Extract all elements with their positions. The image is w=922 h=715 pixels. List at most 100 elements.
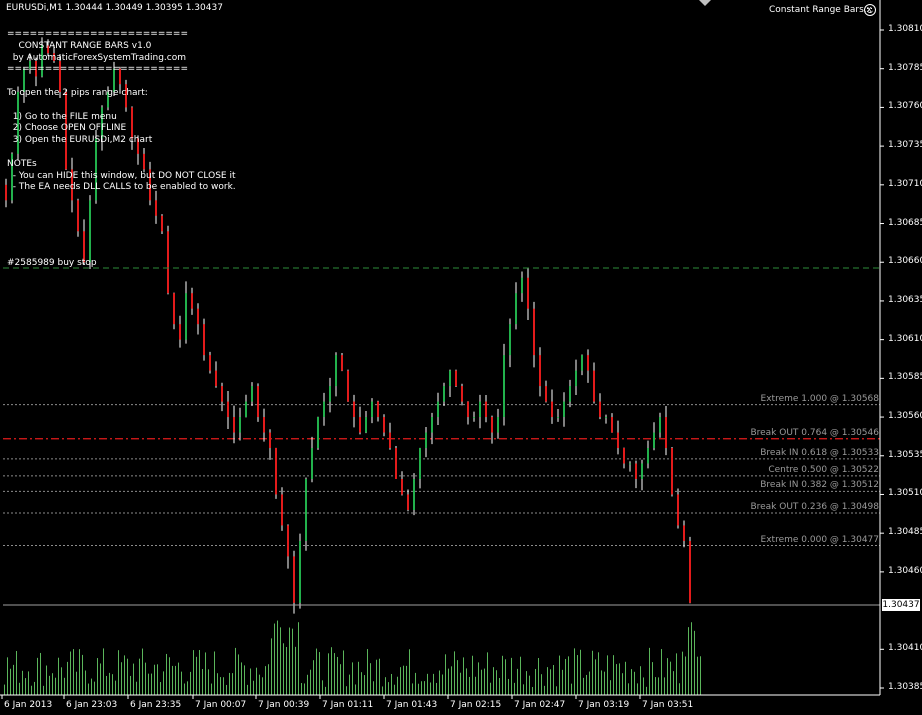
volume-bar [232, 673, 233, 695]
volume-bar [112, 674, 113, 695]
volume-bar [142, 648, 143, 695]
candle-body [563, 401, 565, 418]
volume-bar [562, 669, 563, 695]
volume-bar [40, 652, 41, 695]
volume-bar [154, 664, 155, 695]
volume-bar [598, 652, 599, 695]
volume-bar [565, 658, 566, 695]
volume-bar [205, 652, 206, 695]
volume-bar [166, 653, 167, 695]
candle-body [503, 355, 505, 418]
time-axis-label: 7 Jan 02:47 [514, 700, 566, 710]
volume-bar [124, 655, 125, 695]
candle-body [383, 417, 385, 433]
expert-advisor-smiley-icon[interactable] [864, 4, 876, 16]
volume-bar [43, 685, 44, 695]
price-axis-label: 1.30760 [888, 101, 922, 112]
price-axis-label: 1.30585 [888, 372, 922, 383]
volume-bar [439, 670, 440, 695]
volume-bar [505, 659, 506, 695]
volume-bar [16, 650, 17, 695]
volume-bar [151, 673, 152, 695]
candle-body [329, 386, 331, 402]
candle-body [305, 478, 307, 541]
volume-bar [538, 658, 539, 695]
volume-bar [376, 659, 377, 695]
candle-body [533, 308, 535, 356]
candle-body [227, 401, 229, 418]
volume-bar [64, 677, 65, 695]
candle-body [173, 293, 175, 325]
volume-bar [253, 680, 254, 695]
volume-bar [193, 650, 194, 695]
volume-bar [136, 681, 137, 695]
candle-body [431, 417, 433, 433]
volume-bar [403, 665, 404, 695]
candle-body [197, 308, 199, 325]
candle-body [341, 355, 343, 371]
volume-bar [532, 686, 533, 695]
volume-bar [145, 662, 146, 695]
volume-bar [7, 657, 8, 695]
volume-bar [199, 650, 200, 695]
candle-body [209, 355, 211, 371]
volume-bar [442, 674, 443, 695]
volume-bar [400, 667, 401, 695]
candle-body [293, 556, 295, 603]
candle-body [521, 277, 523, 294]
time-axis-label: 6 Jan 2013 [4, 700, 53, 710]
volume-bar [286, 646, 287, 695]
candle-body [401, 478, 403, 495]
volume-bar [553, 665, 554, 695]
volume-bar [97, 658, 98, 695]
candle-body [497, 417, 499, 433]
volume-bar [79, 649, 80, 695]
price-axis-label: 1.30535 [888, 449, 922, 460]
volume-bar [361, 672, 362, 695]
volume-bar [250, 668, 251, 695]
volume-bar [61, 667, 62, 695]
volume-bar [310, 669, 311, 695]
volume-bar [52, 673, 53, 695]
volume-bar [511, 657, 512, 695]
price-chart[interactable] [0, 0, 922, 715]
candle-body [653, 432, 655, 449]
volume-bar [502, 655, 503, 695]
candle-body [437, 401, 439, 418]
fibo-level-label: Extreme 0.000 @ 1.30477 [760, 534, 879, 545]
order-label[interactable]: #2585989 buy stop [7, 258, 97, 268]
candle-body [665, 417, 667, 449]
volume-bar [322, 680, 323, 695]
volume-bar [181, 671, 182, 695]
candle-body [575, 370, 577, 387]
candle-body [233, 417, 235, 433]
volume-bar [508, 678, 509, 695]
volume-bar [517, 668, 518, 695]
candle-body [587, 355, 589, 371]
candle-body [449, 370, 451, 387]
candle-body [155, 200, 157, 216]
candle-body [167, 231, 169, 294]
volume-bar [571, 683, 572, 695]
volume-bar [262, 677, 263, 695]
volume-bar [643, 677, 644, 695]
volume-bar [229, 672, 230, 695]
volume-bar [370, 663, 371, 695]
volume-bar [568, 656, 569, 695]
price-axis-label: 1.30410 [888, 643, 922, 654]
volume-bar [667, 658, 668, 695]
volume-bar [46, 665, 47, 695]
volume-bar [541, 674, 542, 695]
volume-bar [478, 662, 479, 695]
candle-body [203, 324, 205, 356]
chart-shift-marker-icon[interactable] [699, 0, 711, 6]
volume-bar [580, 649, 581, 695]
volume-bar [697, 656, 698, 695]
volume-bar [592, 650, 593, 695]
volume-bar [367, 649, 368, 695]
current-price-label: 1.30437 [882, 599, 920, 611]
volume-bar [619, 663, 620, 695]
candle-body [479, 401, 481, 418]
candle-body [185, 293, 187, 340]
candle-body [425, 432, 427, 449]
